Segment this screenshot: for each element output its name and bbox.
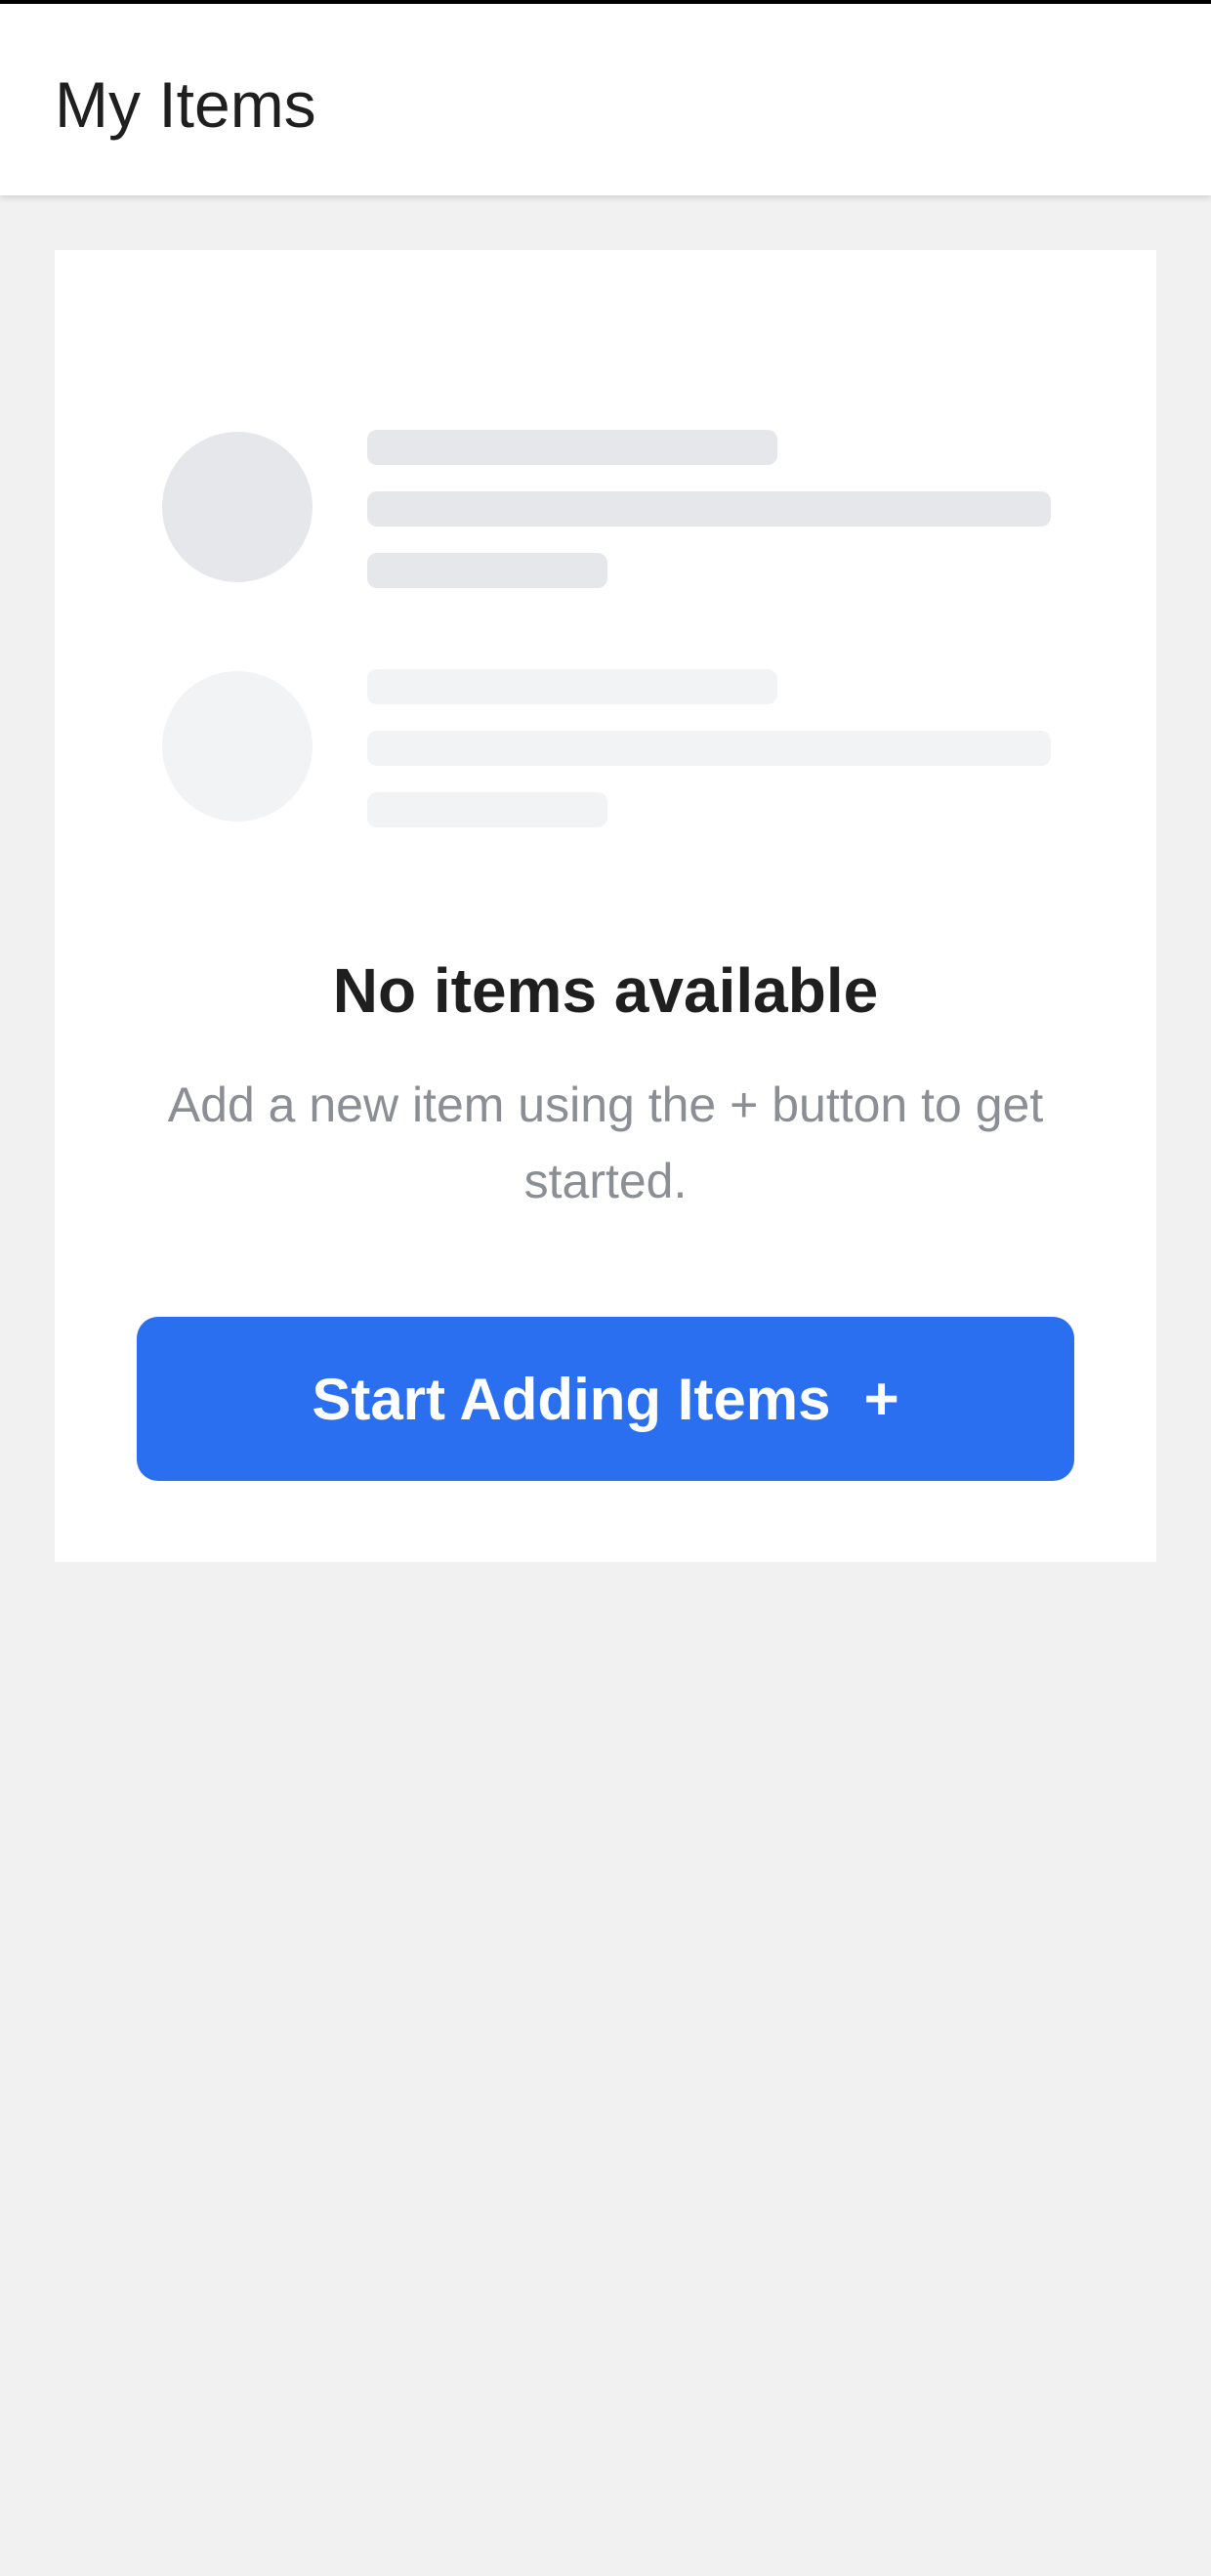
page-title: My Items xyxy=(55,68,316,141)
skeleton-avatar xyxy=(162,432,313,582)
skeleton-line-meta xyxy=(367,553,607,588)
skeleton-avatar xyxy=(162,671,313,822)
skeleton-line-title xyxy=(367,669,777,704)
skeleton-list-item xyxy=(162,430,1109,588)
start-adding-items-button[interactable]: Start Adding Items + xyxy=(137,1317,1074,1481)
skeleton-line-body xyxy=(367,731,1051,766)
skeleton-line-body xyxy=(367,491,1051,527)
empty-state-title: No items available xyxy=(332,955,879,1026)
empty-state-description: Add a new item using the + button to get… xyxy=(167,1077,1044,1208)
plus-icon: + xyxy=(863,1365,899,1433)
skeleton-list-item xyxy=(162,669,1109,827)
start-adding-items-label: Start Adding Items xyxy=(312,1366,831,1432)
skeleton-line-meta xyxy=(367,792,607,827)
skeleton-line-title xyxy=(367,430,777,465)
app-bar: My Items xyxy=(0,4,1211,195)
empty-state-card: No items available Add a new item using … xyxy=(55,250,1156,1562)
